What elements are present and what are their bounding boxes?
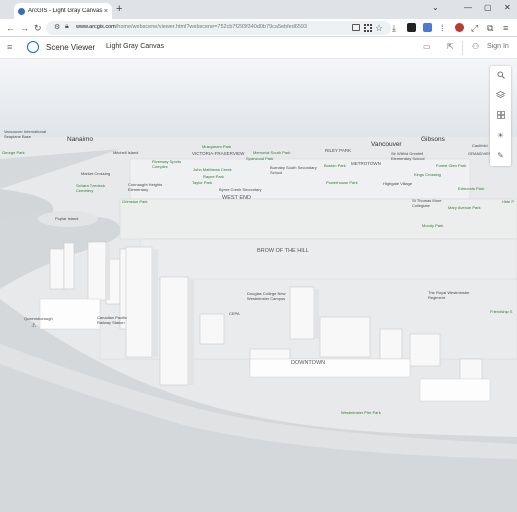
tab-title: ArcGIS - Light Gray Canvas [28, 8, 103, 14]
chevron-down-icon[interactable]: ⌄ [432, 3, 439, 12]
place-label: Boston Park [324, 163, 346, 168]
scene-viewer-logo-icon [27, 41, 39, 53]
site-info-icon[interactable]: ⚙ [54, 23, 60, 31]
close-window-icon[interactable]: ✕ [504, 3, 511, 12]
anchor-marker-icon: ⚓︎ [31, 323, 37, 329]
place-label: CEPA [229, 311, 240, 316]
district-label: WEST END [222, 195, 251, 201]
extension-icon[interactable] [423, 23, 432, 32]
browser-navigation-bar: ← → ↻ ⚙ 🔒︎ www.arcgis.com/home/webscene/… [0, 19, 517, 37]
place-label: Riverway Sports Complex [152, 159, 182, 169]
new-tab-button[interactable]: + [116, 3, 122, 15]
city-label: Gibsons [421, 136, 445, 143]
place-label: Kings Crossing [414, 172, 441, 177]
basemap-gallery-icon[interactable] [490, 106, 511, 125]
place-label: Queensborough [24, 316, 53, 321]
place-label: Rayne Park [203, 174, 224, 179]
screen-cast-icon[interactable] [352, 24, 360, 31]
more-tools-icon[interactable]: ⁞ [441, 22, 444, 34]
minimize-icon[interactable]: — [464, 3, 472, 12]
place-label: The Royal Westminster Regiment [428, 290, 470, 300]
place-label: Canadian Pacific Railway Station [97, 315, 128, 325]
place-label: Musqueam Park [202, 144, 232, 149]
layers-icon[interactable] [490, 86, 511, 105]
place-label: Douglas College New Westminster Campus [247, 291, 286, 301]
browser-menu-icon[interactable]: ≡ [503, 22, 508, 34]
sun-icon[interactable]: ☀ [490, 126, 511, 145]
place-label: George Park [2, 150, 25, 155]
district-label: DOWNTOWN [291, 360, 326, 366]
url-host: www.arcgis.com [76, 24, 116, 30]
place-label: Caulfeild [472, 143, 488, 148]
tab-close-icon[interactable]: × [104, 8, 108, 15]
present-icon[interactable]: ▭ [423, 42, 431, 51]
place-label: Friendship S [490, 309, 513, 314]
place-label: Hide P [502, 199, 515, 204]
place-label: Westminster Pier Park [341, 410, 381, 415]
place-label: Sir Wilfrid Grenfell Elementary School [391, 151, 425, 161]
arcgis-favicon-icon [18, 7, 25, 15]
user-icon[interactable]: ⚇ [472, 42, 479, 51]
vertical-divider [462, 41, 463, 55]
place-label: St Thomas More Collegiate [412, 198, 442, 208]
url-path: /home/webscene/viewer.html?webscene=752c… [115, 24, 308, 30]
place-label: Forest Glen Park [436, 163, 467, 168]
district-label: METROTOWN [351, 161, 381, 166]
download-icon[interactable]: ⤓ [392, 22, 396, 34]
browser-tab[interactable]: ArcGIS - Light Gray Canvas × [14, 3, 112, 19]
place-label: Market Crossing [81, 171, 111, 176]
extensions-puzzle-icon[interactable]: ⧉ [487, 22, 493, 34]
sign-in-link[interactable]: Sign In [487, 43, 509, 50]
app-header: ≡ Scene Viewer Light Gray Canvas ▭ ⇱ ⚇ S… [0, 37, 517, 59]
app-name: Scene Viewer [46, 43, 96, 52]
maximize-icon[interactable]: ▢ [484, 3, 492, 12]
district-label: RILEY PARK [325, 148, 352, 153]
place-label: Highgate Village [383, 181, 413, 186]
place-label: Poplar Island [55, 216, 79, 221]
lock-icon: 🔒︎ [65, 23, 69, 30]
browser-tab-strip: ArcGIS - Light Gray Canvas × + ⌄ — ▢ ✕ [0, 0, 517, 19]
extension-icon[interactable] [407, 23, 416, 32]
place-label: Taylor Park [192, 180, 213, 185]
search-icon[interactable] [490, 66, 511, 85]
place-label: Mary Avenue Park [448, 205, 481, 210]
extension-shield-icon[interactable] [455, 23, 464, 32]
address-bar[interactable]: ⚙ 🔒︎ www.arcgis.com/home/webscene/viewer… [46, 21, 391, 35]
place-label: GRANDVIEW [468, 151, 493, 156]
place-label: John Matthews Creek [193, 167, 232, 172]
map-label-layer: Vancouver Nanaimo Gibsons WEST END BROW … [0, 59, 517, 512]
place-label: Grimston Park [122, 199, 148, 204]
place-label: Byrne Creek Secondary [219, 187, 262, 192]
forward-icon[interactable]: → [20, 22, 29, 34]
place-label: Memorial South Park [253, 150, 291, 155]
place-label: Moody Park [422, 223, 444, 228]
place-label: Mitchell Island [113, 150, 139, 155]
city-label: Nanaimo [67, 136, 94, 143]
place-label: Sparwood Park [246, 156, 274, 161]
arrows-icon[interactable]: ⤢ [471, 22, 478, 34]
back-icon[interactable]: ← [6, 22, 15, 34]
place-label: Vancouver International Seaplane Base [4, 129, 46, 139]
map-tools-panel: ☀ ✎ [490, 66, 511, 166]
district-label: BROW OF THE HILL [257, 248, 309, 254]
scene-title: Light Gray Canvas [106, 43, 164, 50]
qr-code-icon[interactable] [364, 24, 372, 32]
scene-view-map[interactable]: Vancouver Nanaimo Gibsons WEST END BROW … [0, 59, 517, 512]
hamburger-menu-icon[interactable]: ≡ [7, 42, 12, 52]
bookmark-star-icon[interactable]: ☆ [375, 22, 383, 34]
district-label: VICTORIA-FRASERVIEW [192, 151, 245, 156]
place-label: Schara Tzedeck Cemetery [76, 183, 105, 193]
share-icon[interactable]: ⇱ [447, 42, 454, 51]
measure-icon[interactable]: ✎ [490, 146, 511, 165]
place-label: Burnaby South Secondary School [270, 165, 317, 175]
place-label: Connaught Heights Elementary [128, 182, 163, 192]
place-label: Powerhouse Park [326, 180, 358, 185]
city-label: Vancouver [371, 141, 402, 148]
reload-icon[interactable]: ↻ [34, 22, 42, 34]
place-label: Edmonds Park [458, 186, 485, 191]
